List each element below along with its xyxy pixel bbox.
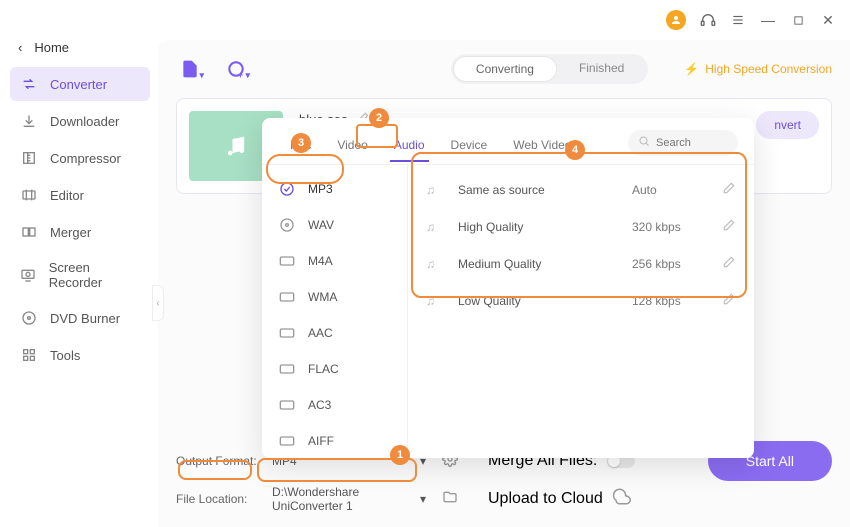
sidebar-item-label: Screen Recorder <box>49 260 140 290</box>
format-ac3[interactable]: AC3 <box>262 387 407 423</box>
quality-same-as-source[interactable]: ♫ Same as source Auto <box>408 171 754 208</box>
audio-format-icon <box>278 252 296 270</box>
format-search[interactable] <box>628 130 738 156</box>
format-list: MP3 WAV M4A WMA AAC FLAC AC3 AIFF <box>262 165 408 458</box>
screen-recorder-icon <box>20 266 37 284</box>
editor-icon <box>20 186 38 204</box>
file-location-value: D:\Wondershare UniConverter 1 <box>272 485 420 513</box>
tab-device[interactable]: Device <box>439 132 500 162</box>
music-note-icon: ♫ <box>426 294 444 308</box>
output-format-label: Output Format: <box>176 454 262 468</box>
sidebar-item-label: Downloader <box>50 114 119 129</box>
chevron-left-icon: ‹ <box>18 40 22 55</box>
format-m4a[interactable]: M4A <box>262 243 407 279</box>
sidebar-item-screen-recorder[interactable]: Screen Recorder <box>10 252 150 298</box>
audio-format-icon <box>278 396 296 414</box>
quality-medium[interactable]: ♫ Medium Quality 256 kbps <box>408 245 754 282</box>
format-wav[interactable]: WAV <box>262 207 407 243</box>
format-aac[interactable]: AAC <box>262 315 407 351</box>
edit-quality-icon[interactable] <box>722 181 736 198</box>
home-label: Home <box>34 40 69 55</box>
audio-format-icon <box>278 432 296 450</box>
cloud-icon[interactable] <box>613 488 631 511</box>
quality-high[interactable]: ♫ High Quality 320 kbps <box>408 208 754 245</box>
minimize-button[interactable]: — <box>760 12 776 28</box>
sidebar-item-dvd-burner[interactable]: DVD Burner <box>10 301 150 335</box>
audio-format-icon <box>278 324 296 342</box>
sidebar-item-compressor[interactable]: Compressor <box>10 141 150 175</box>
tab-video[interactable]: Video <box>325 132 379 162</box>
audio-format-icon <box>278 216 296 234</box>
dvd-icon <box>20 309 38 327</box>
search-icon <box>638 134 650 152</box>
tab-web-video[interactable]: Web Video <box>501 132 583 162</box>
format-popup: Rec Video Audio Device Web Video MP3 WAV… <box>262 118 754 458</box>
edit-quality-icon[interactable] <box>722 292 736 309</box>
check-circle-icon <box>278 180 296 198</box>
format-wma[interactable]: WMA <box>262 279 407 315</box>
download-icon <box>20 112 38 130</box>
quality-low[interactable]: ♫ Low Quality 128 kbps <box>408 282 754 319</box>
close-button[interactable]: ✕ <box>820 12 836 28</box>
high-speed-conversion-button[interactable]: ⚡ High Speed Conversion <box>684 62 832 76</box>
menu-icon[interactable] <box>730 12 746 28</box>
lightning-icon: ⚡ <box>684 62 699 76</box>
compressor-icon <box>20 149 38 167</box>
format-mp3[interactable]: MP3 <box>262 171 407 207</box>
add-disc-button[interactable]: + ▾ <box>222 55 250 83</box>
tab-converting[interactable]: Converting <box>453 56 557 82</box>
add-file-button[interactable]: + ▾ <box>176 55 204 83</box>
converter-icon <box>20 75 38 93</box>
format-flac[interactable]: FLAC <box>262 351 407 387</box>
sidebar-item-label: Tools <box>50 348 80 363</box>
convert-button[interactable]: nvert <box>756 111 819 139</box>
sidebar-item-tools[interactable]: Tools <box>10 338 150 372</box>
merger-icon <box>20 223 38 241</box>
sidebar-item-label: Editor <box>50 188 84 203</box>
audio-format-icon <box>278 288 296 306</box>
edit-quality-icon[interactable] <box>722 218 736 235</box>
sidebar-item-merger[interactable]: Merger <box>10 215 150 249</box>
headset-icon[interactable] <box>700 12 716 28</box>
music-note-icon: ♫ <box>426 183 444 197</box>
upload-cloud-label: Upload to Cloud <box>488 490 603 508</box>
sidebar-item-editor[interactable]: Editor <box>10 178 150 212</box>
music-note-icon: ♫ <box>426 220 444 234</box>
tab-finished[interactable]: Finished <box>557 56 646 82</box>
open-folder-icon[interactable] <box>442 489 458 510</box>
high-speed-label: High Speed Conversion <box>705 62 832 76</box>
tools-icon <box>20 346 38 364</box>
tab-recent[interactable]: Rec <box>278 132 323 162</box>
search-input[interactable] <box>656 137 726 149</box>
chevron-down-icon: ▾ <box>420 492 426 506</box>
segment-control: Converting Finished <box>451 54 648 84</box>
sidebar-collapse-handle[interactable]: ‹ <box>152 285 164 321</box>
sidebar-item-label: Converter <box>50 77 107 92</box>
sidebar-item-downloader[interactable]: Downloader <box>10 104 150 138</box>
quality-list: ♫ Same as source Auto ♫ High Quality 320… <box>408 165 754 458</box>
tab-audio[interactable]: Audio <box>382 132 437 162</box>
sidebar-item-label: DVD Burner <box>50 311 120 326</box>
sidebar-home[interactable]: ‹ Home <box>10 40 150 67</box>
user-avatar-icon[interactable] <box>666 10 686 30</box>
maximize-button[interactable] <box>790 12 806 28</box>
format-aiff[interactable]: AIFF <box>262 423 407 458</box>
sidebar-item-converter[interactable]: Converter <box>10 67 150 101</box>
sidebar: ‹ Home Converter Downloader Compressor E… <box>0 40 158 527</box>
audio-format-icon <box>278 360 296 378</box>
file-location-select[interactable]: D:\Wondershare UniConverter 1 ▾ <box>272 485 432 513</box>
music-note-icon: ♫ <box>426 257 444 271</box>
edit-quality-icon[interactable] <box>722 255 736 272</box>
file-location-label: File Location: <box>176 492 262 506</box>
sidebar-item-label: Merger <box>50 225 91 240</box>
sidebar-item-label: Compressor <box>50 151 121 166</box>
